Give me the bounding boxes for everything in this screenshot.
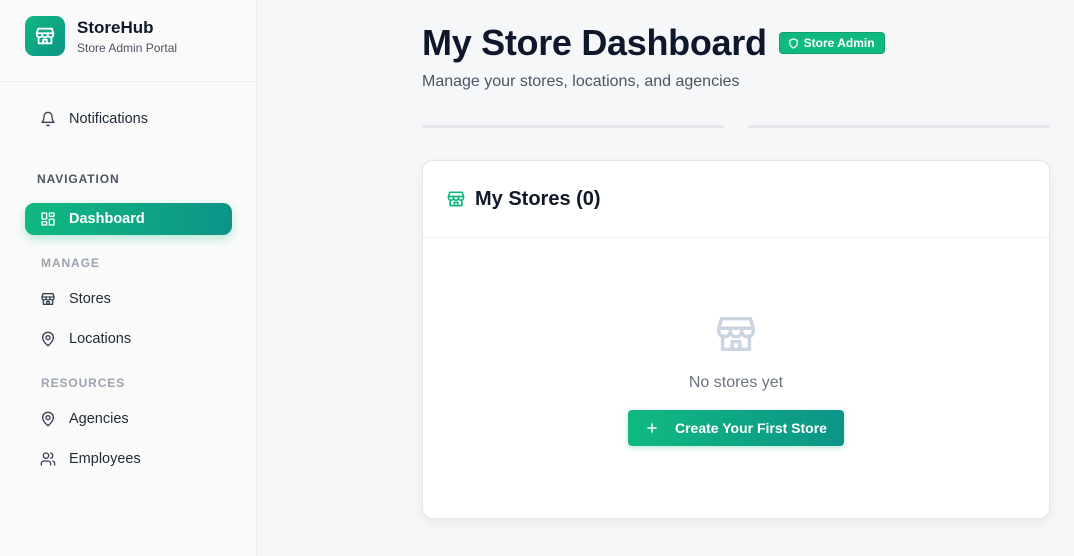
users-icon [40,452,56,466]
section-label-manage: MANAGE [41,256,100,270]
empty-state-text: No stores yet [688,374,784,391]
card-header: My Stores (0) [423,161,1049,238]
main-content: My Store Dashboard Store Admin Manage yo… [257,0,1074,556]
page-subtitle: Manage your stores, locations, and agenc… [422,73,740,90]
create-first-store-button[interactable]: Create Your First Store [628,410,844,446]
sidebar-item-label: Notifications [69,111,148,127]
stores-card: My Stores (0) No stores yet Create Your … [422,160,1050,519]
store-icon [447,191,465,207]
card-title: My Stores (0) [475,187,601,210]
divider-bar [748,125,1050,128]
store-icon [717,316,755,352]
role-badge-label: Store Admin [803,36,875,50]
sidebar-item-label: Locations [69,331,132,347]
sidebar-item-agencies[interactable]: Agencies [25,403,232,435]
dashboard-icon [41,212,55,226]
store-icon [25,15,65,56]
plus-icon [647,423,657,433]
sidebar: StoreHub Store Admin Portal Notification… [0,0,257,556]
divider-bar [422,125,724,128]
brand-subtitle: Store Admin Portal [77,41,178,55]
sidebar-item-dashboard[interactable]: Dashboard [25,203,232,235]
sidebar-item-stores[interactable]: Stores [25,283,232,315]
sidebar-item-label: Dashboard [69,211,145,227]
create-button-label: Create Your First Store [675,420,827,436]
map-pin-icon [42,411,54,427]
role-badge: Store Admin [778,32,885,54]
sidebar-item-locations[interactable]: Locations [25,323,232,355]
title-row: My Store Dashboard Store Admin [422,22,885,64]
sidebar-item-label: Employees [69,451,141,467]
sidebar-item-label: Stores [69,291,111,307]
shield-icon [788,37,798,49]
sidebar-item-notifications[interactable]: Notifications [25,103,232,135]
brand[interactable]: StoreHub Store Admin Portal [0,0,256,82]
bell-icon [41,111,55,127]
section-label-navigation: NAVIGATION [37,172,120,186]
store-icon [41,293,55,305]
page-title: My Store Dashboard [422,22,767,63]
sidebar-item-employees[interactable]: Employees [25,443,232,475]
sidebar-item-label: Agencies [69,411,129,427]
section-label-resources: RESOURCES [41,376,126,390]
brand-name: StoreHub [77,18,154,37]
map-pin-icon [42,331,54,347]
